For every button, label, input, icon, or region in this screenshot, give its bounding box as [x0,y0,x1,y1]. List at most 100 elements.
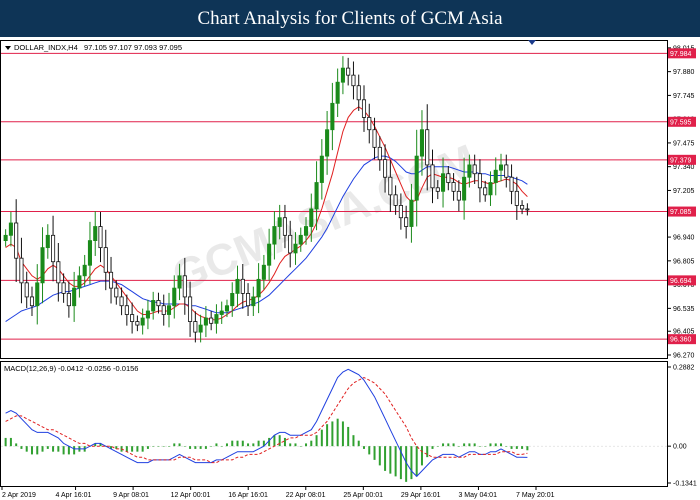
chart-canvas[interactable]: GCMASIA.COM 98.01597.88097.74597.61097.4… [0,37,700,500]
candle-body [166,305,172,315]
candle-body [404,217,409,227]
candle-body [303,226,309,236]
candle-body [498,164,504,171]
candle-body [393,194,398,206]
candle-body [356,85,361,101]
time-tick-label: 22 Apr 08:01 [286,492,326,499]
price-tick-label: 96.805 [673,258,695,265]
candle-body [51,234,56,263]
macd-histogram-bar [378,446,381,466]
macd-histogram-bar [294,443,297,447]
candle-body [224,305,230,312]
macd-histogram-bar [473,443,476,447]
macd-histogram-bar [389,446,392,474]
candle-body [235,278,240,294]
macd-histogram-bar [320,429,323,447]
macd-histogram-bar [236,440,239,447]
macd-histogram-bar [57,446,60,452]
candle-body [87,240,92,266]
macd-histogram-bar [447,443,450,447]
candle-body [182,275,187,298]
macd-histogram-bar [368,446,371,455]
macd-histogram-bar [162,446,165,447]
candle-body [325,129,330,157]
macd-histogram-bar [41,446,44,452]
macd-histogram-bar [136,446,139,452]
candle-body [177,275,182,289]
candle-body [198,324,203,333]
macd-histogram-bar [220,446,223,447]
candle-body [514,190,519,206]
candle-body [425,129,430,166]
candle-body [477,173,482,189]
candle-body [504,164,509,178]
candle-body [483,187,488,196]
macd-histogram-bar [373,446,376,460]
candle-body [446,173,451,183]
time-tick-label: 29 Apr 16:01 [401,492,441,499]
level-label: 97.984 [670,51,692,58]
macd-histogram-bar [168,446,171,447]
symbol-label: DOLLAR_INDX,H4 [14,43,78,52]
candle-body [172,287,177,307]
price-tick-label: 97.205 [673,188,695,195]
candle-body [119,296,124,307]
macd-histogram-bar [336,418,339,447]
candle-body [293,243,298,254]
candle-body [520,204,525,210]
macd-histogram-bar [283,437,286,447]
time-tick-label: 25 Apr 00:01 [343,492,383,499]
macd-histogram-bar [231,440,234,447]
candle-body [209,317,214,324]
candle-body [66,292,71,307]
macd-histogram-bar [131,446,134,452]
macd-histogram-bar [152,446,155,447]
macd-histogram-bar [73,446,76,455]
macd-histogram-bar [347,426,350,447]
candle-body [372,129,377,148]
price-tick-label: 96.270 [673,353,695,360]
macd-histogram-bar [157,446,160,447]
macd-histogram-bar [9,437,12,447]
macd-histogram-bar [442,443,445,447]
candle-body [441,173,446,192]
candle-body [45,234,50,249]
candle-body [493,169,498,183]
candle-body [240,278,245,294]
level-label: 97.595 [670,119,692,126]
time-tick-label: 3 May 04:01 [458,492,497,499]
macd-histogram-bar [273,435,276,447]
macd-histogram-bar [394,446,397,477]
macd-histogram-bar [431,446,434,449]
macd-histogram-bar [457,446,460,447]
macd-histogram-bar [173,443,176,447]
candle-body [298,234,303,245]
macd-tick-label: 0.00 [673,444,687,451]
macd-histogram-bar [36,446,39,455]
macd-histogram-bar [305,443,308,447]
candle-body [361,99,367,118]
candle-body [140,317,145,326]
macd-histogram-bar [194,446,197,449]
candle-body [61,282,66,294]
candle-body [40,247,45,284]
candle-body [330,102,335,131]
candle-body [509,176,514,192]
macd-histogram-bar [67,446,70,455]
macd-histogram-bar [199,446,202,449]
macd-histogram-bar [289,443,292,447]
macd-histogram-bar [20,446,23,449]
candle-body [319,155,324,183]
candle-body [430,164,435,189]
price-tick-label: 96.535 [673,306,695,313]
macd-histogram-bar [426,446,429,458]
macd-histogram-bar [526,446,529,451]
macd-histogram-bar [310,440,313,447]
macd-histogram-bar [315,435,318,447]
candle-body [351,74,356,87]
candle-body [340,67,345,83]
macd-histogram-bar [52,446,55,452]
macd-histogram-bar [384,446,387,471]
candle-body [72,287,77,307]
macd-histogram-bar [352,435,355,447]
